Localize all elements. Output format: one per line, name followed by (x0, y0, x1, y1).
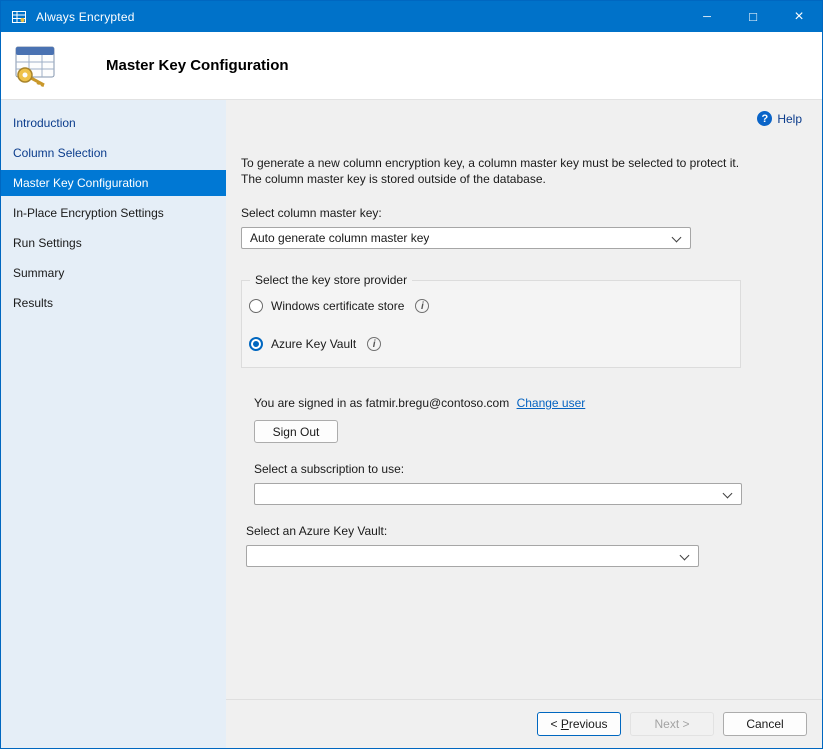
radio-icon (249, 337, 263, 351)
sidebar-item-master-key-configuration[interactable]: Master Key Configuration (1, 170, 226, 196)
previous-button-rest: revious (569, 717, 608, 731)
sidebar-item-label: Run Settings (13, 236, 82, 250)
next-button[interactable]: Next > (630, 712, 714, 736)
header: Master Key Configuration (1, 32, 822, 100)
radio-icon (249, 299, 263, 313)
app-icon (11, 9, 27, 25)
azure-sign-in-section: You are signed in as fatmir.bregu@contos… (254, 396, 822, 505)
footer: < Previous Next > Cancel (226, 699, 822, 748)
chevron-down-icon (723, 489, 733, 499)
radio-label: Azure Key Vault (271, 337, 356, 351)
info-icon[interactable]: i (367, 337, 381, 351)
previous-button-accesskey: P (561, 717, 569, 731)
help-link[interactable]: ? Help (757, 111, 802, 126)
radio-azure-key-vault[interactable]: Azure Key Vault i (249, 337, 730, 351)
close-button[interactable]: × (776, 1, 822, 32)
sidebar-item-in-place-encryption-settings[interactable]: In-Place Encryption Settings (1, 200, 226, 226)
help-icon: ? (757, 111, 772, 126)
subscription-label: Select a subscription to use: (254, 462, 822, 476)
chevron-down-icon (672, 233, 682, 243)
subscription-dropdown[interactable] (254, 483, 742, 505)
previous-button[interactable]: < Previous (537, 712, 621, 736)
main-column: ? Help To generate a new column encrypti… (226, 100, 822, 748)
signed-in-text: You are signed in as fatmir.bregu@contos… (254, 396, 509, 410)
maximize-button[interactable]: □ (730, 1, 776, 32)
change-user-link[interactable]: Change user (517, 396, 586, 410)
main-panel: ? Help To generate a new column encrypti… (226, 100, 822, 699)
cancel-button[interactable]: Cancel (723, 712, 807, 736)
intro-text: To generate a new column encryption key,… (241, 156, 761, 187)
key-store-provider-legend: Select the key store provider (250, 273, 412, 287)
sidebar-item-label: In-Place Encryption Settings (13, 206, 164, 220)
sidebar-item-label: Master Key Configuration (13, 176, 148, 190)
help-label: Help (777, 112, 802, 126)
always-encrypted-window: Always Encrypted ─ □ × Master Key Config… (0, 0, 823, 749)
vault-label: Select an Azure Key Vault: (246, 524, 822, 538)
radio-windows-certificate-store[interactable]: Windows certificate store i (249, 299, 730, 313)
window-title: Always Encrypted (36, 10, 135, 24)
table-key-icon (10, 42, 66, 90)
info-icon[interactable]: i (415, 299, 429, 313)
titlebar: Always Encrypted ─ □ × (1, 1, 822, 32)
key-store-provider-groupbox: Select the key store provider Windows ce… (241, 273, 741, 368)
sidebar-item-label: Results (13, 296, 53, 310)
master-key-label: Select column master key: (241, 206, 822, 220)
page-title: Master Key Configuration (106, 57, 289, 74)
sign-out-button[interactable]: Sign Out (254, 420, 338, 443)
master-key-dropdown[interactable]: Auto generate column master key (241, 227, 691, 249)
sidebar-item-label: Column Selection (13, 146, 107, 160)
signed-in-row: You are signed in as fatmir.bregu@contos… (254, 396, 822, 410)
wizard-steps-sidebar: Introduction Column Selection Master Key… (1, 100, 226, 748)
sidebar-item-label: Introduction (13, 116, 76, 130)
minimize-button[interactable]: ─ (684, 1, 730, 32)
sidebar-item-introduction[interactable]: Introduction (1, 110, 226, 136)
sidebar-item-run-settings[interactable]: Run Settings (1, 230, 226, 256)
sidebar-item-results[interactable]: Results (1, 290, 226, 316)
radio-label: Windows certificate store (271, 299, 404, 313)
previous-button-prefix: < (550, 717, 560, 731)
sidebar-item-label: Summary (13, 266, 64, 280)
chevron-down-icon (680, 551, 690, 561)
vault-section: Select an Azure Key Vault: (246, 524, 822, 567)
sidebar-item-column-selection[interactable]: Column Selection (1, 140, 226, 166)
content: Introduction Column Selection Master Key… (1, 100, 822, 748)
vault-dropdown[interactable] (246, 545, 699, 567)
sidebar-item-summary[interactable]: Summary (1, 260, 226, 286)
master-key-value: Auto generate column master key (250, 231, 429, 245)
